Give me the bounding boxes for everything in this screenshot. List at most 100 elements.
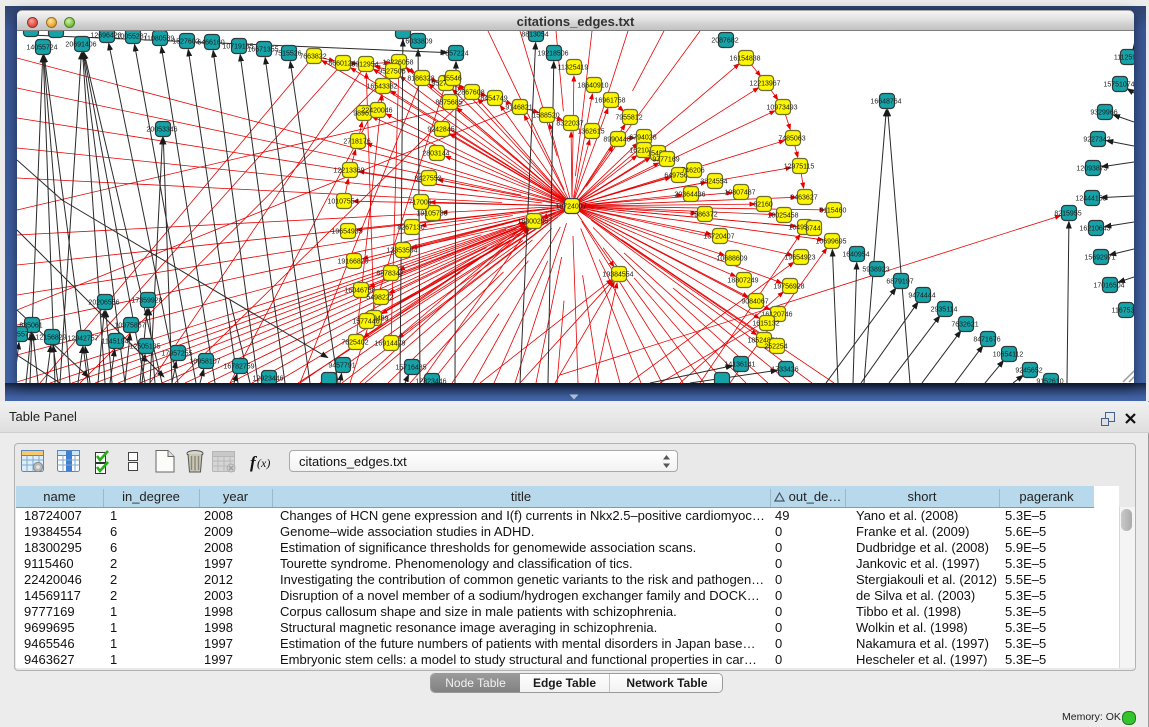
svg-text:12213369: 12213369 [333,168,364,175]
svg-text:8322037: 8322037 [556,121,583,128]
svg-text:19105738: 19105738 [416,211,447,218]
svg-text:8912954: 8912954 [351,62,378,69]
svg-text:11325419: 11325419 [558,65,589,72]
svg-text:12923446: 12923446 [252,376,283,383]
svg-text:2803144: 2803144 [422,151,449,158]
svg-text:9777169: 9777169 [652,157,679,164]
svg-text:15692971: 15692971 [1084,255,1115,262]
svg-text:1527602: 1527602 [172,39,199,46]
svg-text:3915574: 3915574 [17,332,33,339]
svg-text:16210643: 16210643 [1079,226,1110,233]
svg-text:16046758: 16046758 [344,288,375,295]
svg-text:12213967: 12213967 [749,81,780,88]
svg-text:6879197: 6879197 [886,279,913,286]
svg-text:1733426: 1733426 [771,367,798,374]
svg-text:1167533: 1167533 [1112,308,1134,315]
svg-text:8471676: 8471676 [973,337,1000,344]
svg-text:9146821: 9146821 [505,105,532,112]
svg-text:8878342: 8878342 [376,271,403,278]
svg-text:8875685: 8875685 [435,100,462,107]
svg-text:14136141: 14136141 [724,362,755,369]
svg-text:15720407: 15720407 [703,234,734,241]
svg-text:1640954: 1640954 [842,252,869,259]
svg-text:6794028: 6794028 [629,135,656,142]
svg-text:252254: 252254 [764,344,787,351]
svg-text:12353594: 12353594 [386,248,417,255]
svg-text:12093873: 12093873 [1076,166,1107,173]
svg-text:9084067: 9084067 [741,299,768,306]
svg-text:19756928: 19756928 [773,284,804,291]
svg-text:16782759: 16782759 [223,364,254,371]
svg-text:20691406: 20691406 [65,42,96,49]
svg-text:20053346: 20053346 [146,127,177,134]
svg-text:9152610: 9152610 [1036,379,1063,384]
svg-text:15751074: 15751074 [1103,82,1134,89]
svg-text:5938923: 5938923 [862,267,889,274]
svg-text:12823446: 12823446 [415,379,446,384]
svg-text:20364436: 20364436 [674,192,705,199]
svg-text:9463627: 9463627 [790,195,817,202]
svg-text:2718176: 2718176 [343,139,370,146]
svg-text:17359928: 17359928 [131,298,162,305]
svg-text:10025458: 10025458 [767,213,798,220]
svg-text:9227342: 9227342 [1083,137,1110,144]
svg-text:7663822: 7663822 [299,54,326,61]
svg-text:16154838: 16154838 [729,56,760,63]
svg-text:6466160: 6466160 [197,40,224,47]
svg-text:10699695: 10699695 [815,239,846,246]
svg-text:19654935: 19654935 [331,229,362,236]
svg-text:9457791: 9457791 [328,363,355,370]
svg-text:1112596: 1112596 [1114,55,1134,62]
svg-text:8427552: 8427552 [414,176,441,183]
svg-text:12444153: 12444153 [1075,196,1106,203]
svg-text:15546: 15546 [442,76,462,83]
svg-text:10975867: 10975867 [114,323,145,330]
svg-text:19166825: 19166825 [337,259,368,266]
svg-text:12942757: 12942757 [67,336,98,343]
svg-text:22420046: 22420046 [361,108,392,115]
svg-text:7625402: 7625402 [341,340,368,347]
svg-text:10107554: 10107554 [327,199,358,206]
svg-text:16543382: 16543382 [366,84,397,91]
svg-text:19654923: 19654923 [784,255,815,262]
svg-text:7986372: 7986372 [690,212,717,219]
svg-text:1588520: 1588520 [532,113,559,120]
svg-text:17957255: 17957255 [161,351,192,358]
svg-text:10654112: 10654112 [993,352,1024,359]
svg-text:8990448: 8990448 [603,137,630,144]
svg-text:1362615: 1362615 [577,129,604,136]
svg-text:16033809: 16033809 [401,39,432,46]
svg-text:20206556: 20206556 [88,300,119,307]
svg-text:14055724: 14055724 [26,45,57,52]
svg-text:18640910: 18640910 [577,83,608,90]
svg-text:1577446: 1577446 [352,319,379,326]
svg-text:7485063: 7485063 [778,136,805,143]
svg-text:18724007: 18724007 [555,204,586,211]
svg-text:10688609: 10688609 [716,256,747,263]
svg-text:12156829: 12156829 [35,335,66,342]
svg-text:2935114: 2935114 [931,307,958,314]
svg-text:(x): (x) [257,456,270,470]
svg-text:1615132: 1615132 [752,321,779,328]
svg-text:8744: 8744 [805,226,821,233]
svg-text:11080589: 11080589 [144,36,175,43]
svg-text:19384554: 19384554 [602,272,633,279]
svg-text:18300295: 18300295 [517,219,548,226]
svg-text:10973493: 10973493 [766,105,797,112]
svg-text:16648764: 16648764 [870,99,901,106]
svg-text:1145194: 1145194 [102,339,129,346]
svg-text:7632621: 7632621 [951,322,978,329]
svg-text:5498222: 5498222 [366,295,393,302]
svg-text:16961758: 16961758 [594,98,625,105]
svg-text:7955812: 7955812 [615,115,642,122]
svg-text:717006: 717006 [408,200,431,207]
svg-text:15716485: 15716485 [395,365,426,372]
svg-text:19218506: 19218506 [537,51,568,58]
svg-text:2087682: 2087682 [711,38,738,45]
svg-text:9242845: 9242845 [427,127,454,134]
svg-text:8215955: 8215955 [1054,211,1081,218]
svg-text:9245652: 9245652 [1015,368,1042,375]
svg-text:8813054: 8813054 [521,32,548,39]
svg-text:10807487: 10807487 [724,190,755,197]
svg-text:18807249: 18807249 [727,278,758,285]
